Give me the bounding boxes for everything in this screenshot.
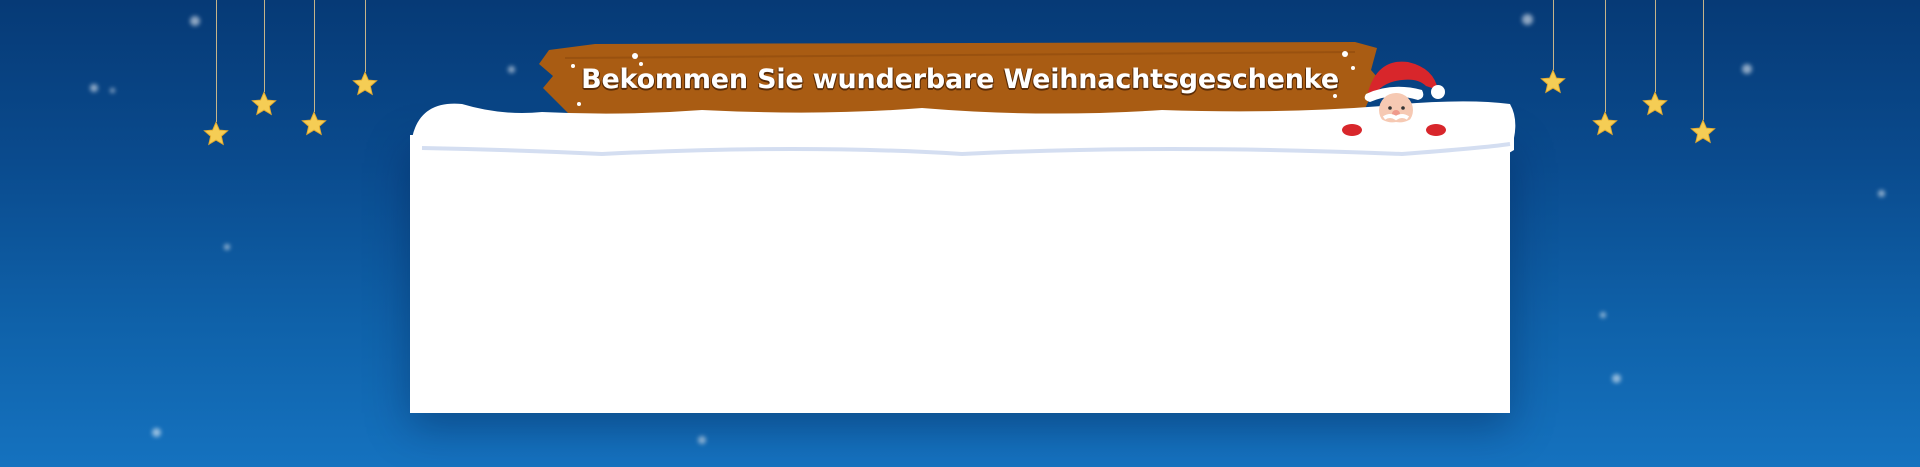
star-string [314, 0, 315, 112]
snow-glow [1878, 190, 1885, 197]
star-string [216, 0, 217, 122]
star-icon [352, 71, 378, 96]
star-icon [1690, 119, 1716, 144]
star-string [1655, 0, 1656, 92]
star-string [1703, 0, 1704, 120]
santa-icon [1342, 61, 1446, 140]
snow-glow [1522, 14, 1533, 25]
snow-glow [110, 88, 115, 93]
star-icon [1642, 91, 1668, 116]
snow-glow [1612, 374, 1621, 383]
star-string [264, 0, 265, 92]
star-icon [203, 121, 229, 146]
star-icon [301, 111, 327, 136]
star-icon [251, 91, 277, 116]
banner-title: Bekommen Sie wunderbare Weihnachtsgesche… [581, 64, 1339, 95]
snow-glow [698, 436, 706, 444]
star-string [1553, 0, 1554, 70]
star-string [1605, 0, 1606, 112]
snow-glow [224, 244, 230, 250]
snow-glow [190, 16, 200, 26]
christmas-banner: Bekommen Sie wunderbare Weihnachtsgesche… [0, 0, 1920, 467]
star-string [365, 0, 366, 72]
snow-glow [90, 84, 98, 92]
snow-glow [1600, 312, 1606, 318]
star-icon [1540, 69, 1566, 94]
snow-glow [152, 428, 161, 437]
snow-glow [1742, 64, 1752, 74]
snow-glow [508, 66, 515, 73]
star-icon [1592, 111, 1618, 136]
